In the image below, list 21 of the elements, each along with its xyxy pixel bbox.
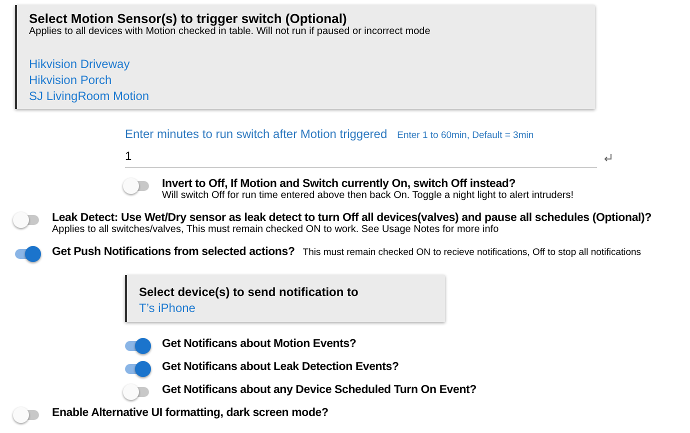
toggle-label: Leak Detect: Use Wet/Dry sensor as leak detect to turn Off all devices(valves) and pause all schedules (Optional)? (52, 212, 652, 224)
toggle-label: Invert to Off, If Motion and Switch currently On, switch Off instead? (162, 178, 516, 190)
device-link[interactable]: SJ LivingRoom Motion (29, 88, 150, 104)
toggle-note: Applies to all switches/valves, This must remain checked ON to work. See Usage Notes for more info (52, 224, 500, 236)
device-select-card[interactable]: Select device(s) to send notification to T’s iPhone (125, 275, 445, 322)
toggle-label: Get Push Notifications from selected actions? (52, 246, 295, 258)
toggle-label: Get Notificans about Leak Detection Events? (162, 361, 399, 373)
card-subtitle: Applies to all devices with Motion checked in table. Will not run if paused or incorrect mode (29, 26, 432, 38)
toggle-note: This must remain checked ON to recieve notifications, Off to stop all notifications (302, 247, 642, 258)
card-title: Select device(s) to send notification to (139, 285, 360, 300)
minutes-input[interactable]: 1 (125, 141, 597, 168)
field-hint: Enter 1 to 60min, Default = 3min (397, 130, 534, 141)
device-link[interactable]: Hikvision Driveway (29, 56, 130, 72)
toggle-label: Enable Alternative UI formatting, dark screen mode? (52, 407, 328, 419)
device-link[interactable]: T’s iPhone (139, 300, 196, 316)
device-link[interactable]: Hikvision Porch (29, 72, 112, 88)
field-label: Enter minutes to run switch after Motion triggered (125, 127, 388, 141)
toggle-label: Get Notificans about any Device Scheduled Turn On Event? (162, 384, 476, 396)
card-title: Select Motion Sensor(s) to trigger switch (Optional) (29, 11, 348, 26)
toggle-label: Get Notificans about Motion Events? (162, 338, 356, 350)
toggle-note: Will switch Off for run time entered above then back On. Toggle a night light to alert intruders! (162, 190, 574, 202)
